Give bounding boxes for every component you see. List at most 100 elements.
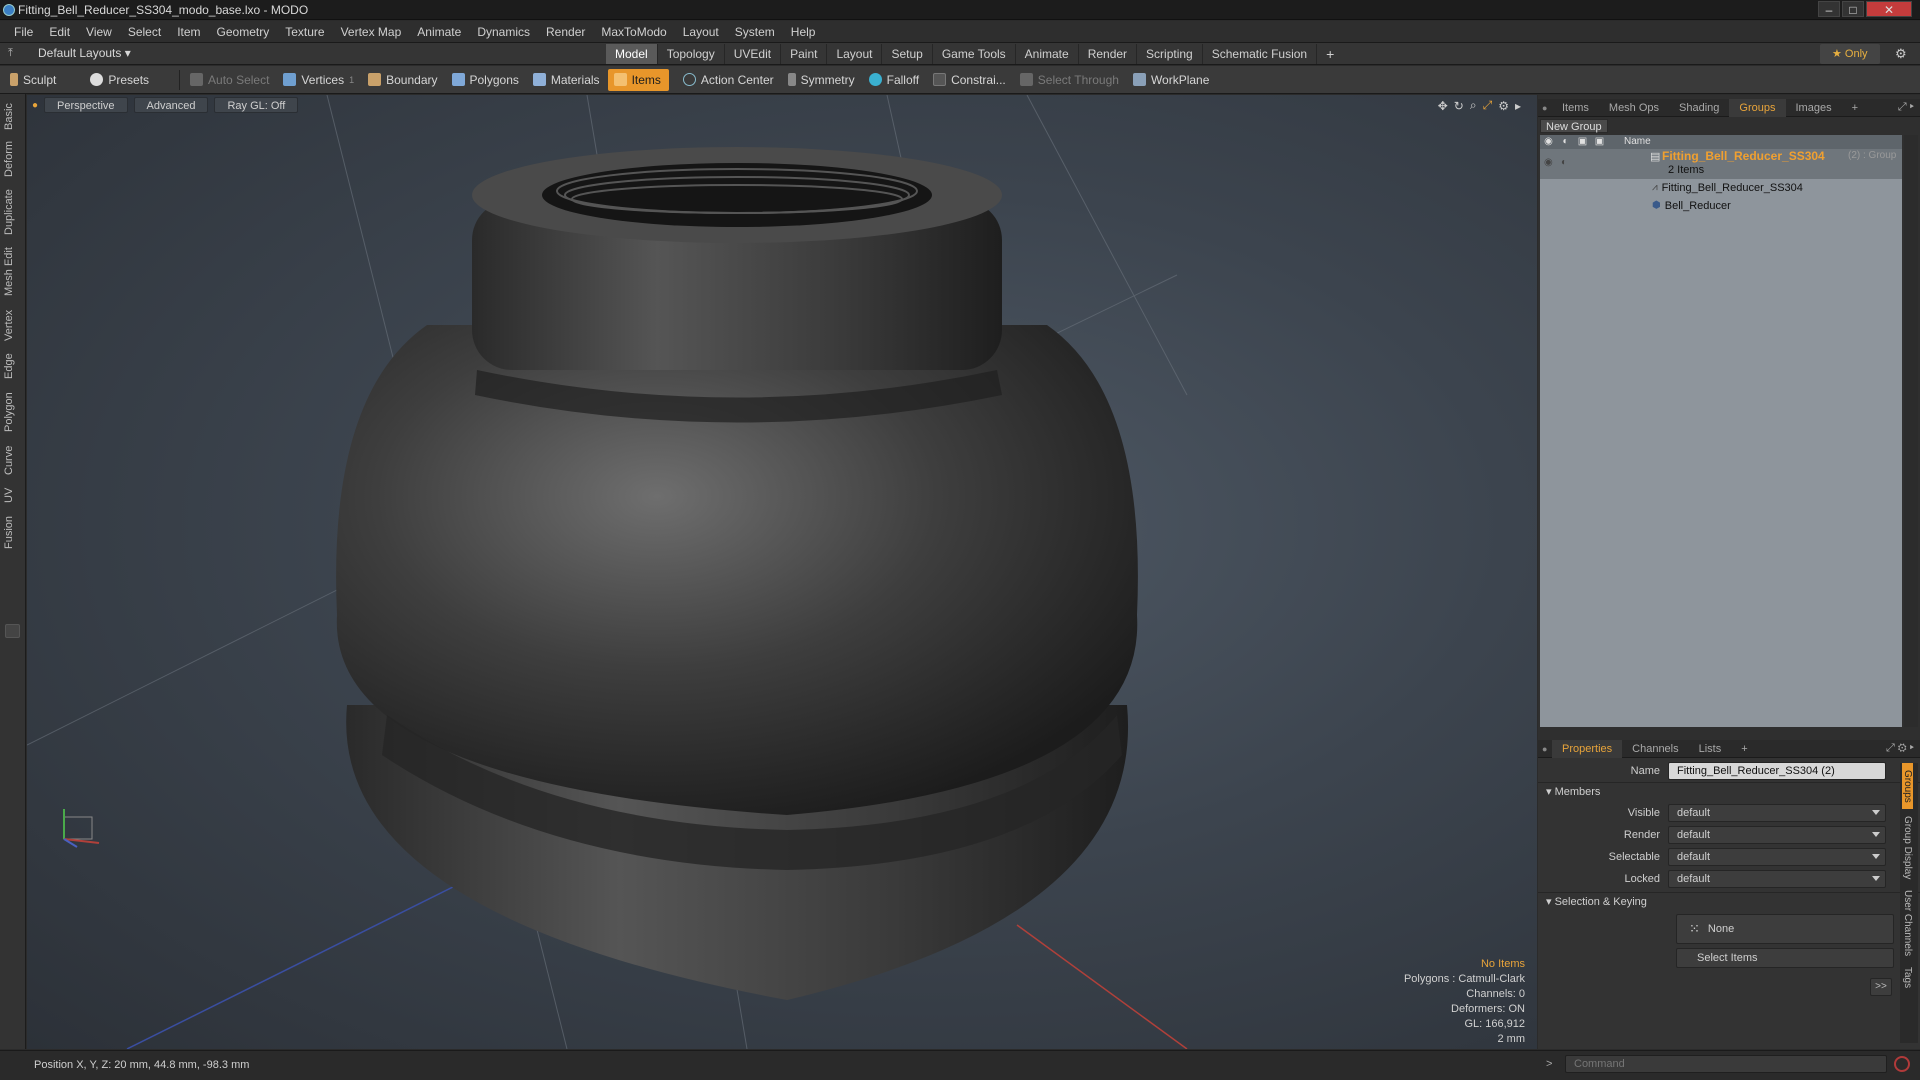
viewport-menu-icon[interactable]: ● (32, 100, 38, 111)
menu-animate[interactable]: Animate (409, 21, 469, 43)
close-button[interactable]: ✕ (1866, 1, 1912, 17)
none-button[interactable]: ⁙ None (1676, 914, 1894, 944)
menu-geometry[interactable]: Geometry (209, 21, 278, 43)
layout-pin-icon[interactable]: ⤒ (8, 47, 13, 60)
command-input[interactable] (1565, 1055, 1887, 1073)
menu-render[interactable]: Render (538, 21, 593, 43)
items-mode-button[interactable]: Items (607, 68, 669, 91)
side-tab-tags[interactable]: Tags (1902, 963, 1913, 993)
tab-channels[interactable]: Channels (1622, 740, 1688, 758)
sculpt-button[interactable]: Sculpt (4, 69, 64, 91)
tab-edge[interactable]: Edge (3, 350, 23, 382)
add-layout-tab-button[interactable]: + (1317, 44, 1343, 64)
action-center-button[interactable]: Action Center (677, 69, 782, 91)
tab-scripting[interactable]: Scripting (1137, 44, 1203, 64)
layout-preset-dropdown[interactable]: Default Layouts ▾ (38, 46, 131, 60)
menu-edit[interactable]: Edit (41, 21, 78, 43)
tab-setup[interactable]: Setup (882, 44, 933, 64)
raygl-toggle[interactable]: Ray GL: Off (214, 97, 299, 113)
selection-keying-section[interactable]: ▾ Selection & Keying (1538, 892, 1920, 910)
viewport-expand-arrow-icon[interactable]: ▸ (1515, 99, 1521, 113)
maximize-button[interactable]: □ (1842, 1, 1864, 17)
tab-schematic-fusion[interactable]: Schematic Fusion (1203, 44, 1318, 64)
shading-advanced-dropdown[interactable]: Advanced (133, 97, 209, 113)
menu-dynamics[interactable]: Dynamics (469, 21, 538, 43)
menu-item[interactable]: Item (169, 21, 208, 43)
tab-items[interactable]: Items (1552, 99, 1599, 117)
locked-dropdown[interactable]: default (1668, 870, 1886, 888)
minimize-button[interactable]: – (1818, 1, 1840, 17)
stop-icon[interactable] (1894, 1056, 1910, 1072)
constraints-button[interactable]: Constrai... (927, 69, 1014, 91)
boundary-mode-button[interactable]: Boundary (362, 69, 445, 91)
tab-model[interactable]: Model (606, 44, 658, 64)
workplane-button[interactable]: WorkPlane (1127, 69, 1217, 91)
tab-lists[interactable]: Lists (1689, 740, 1732, 758)
select-through-button[interactable]: Select Through (1014, 69, 1127, 91)
selectable-dropdown[interactable]: default (1668, 848, 1886, 866)
panel-expand-icon[interactable]: ⤢ ⚙ ▸ (1886, 742, 1920, 755)
side-tab-group-display[interactable]: Group Display (1902, 813, 1913, 883)
group-name-field[interactable]: Fitting_Bell_Reducer_SS304 (2) (1668, 762, 1886, 780)
tab-duplicate[interactable]: Duplicate (3, 186, 23, 238)
menu-vertex-map[interactable]: Vertex Map (333, 21, 410, 43)
tab-vertex[interactable]: Vertex (3, 306, 23, 344)
menu-file[interactable]: File (6, 21, 41, 43)
menu-maxtomodo[interactable]: MaxToModo (593, 21, 674, 43)
expand-more-button[interactable]: >> (1870, 978, 1892, 996)
menu-help[interactable]: Help (783, 21, 824, 43)
add-panel-tab-button[interactable]: + (1731, 740, 1757, 758)
tab-images[interactable]: Images (1786, 99, 1842, 117)
auto-select-button[interactable]: Auto Select (184, 69, 277, 91)
zoom-icon[interactable]: ⌕ (1470, 98, 1477, 113)
tab-topology[interactable]: Topology (658, 44, 725, 64)
viewport-settings-icon[interactable]: ⚙ (1498, 99, 1509, 113)
tab-basic[interactable]: Basic (3, 102, 23, 132)
render-dropdown[interactable]: default (1668, 826, 1886, 844)
maximize-viewport-icon[interactable]: ⤢ (1483, 98, 1493, 113)
menu-texture[interactable]: Texture (277, 21, 332, 43)
side-tab-user-channels[interactable]: User Channels (1902, 887, 1913, 959)
group-render-icon[interactable]: ◐ (1561, 157, 1567, 168)
panel-expand-icon[interactable]: ⤢ ▸ (1898, 101, 1920, 114)
tab-fusion[interactable]: Fusion (3, 512, 23, 552)
3d-viewport[interactable]: ● Perspective Advanced Ray GL: Off ✥ ↻ ⌕… (27, 95, 1537, 1049)
group-visibility-icon[interactable]: ◉ (1544, 157, 1553, 168)
members-section[interactable]: ▾ Members (1538, 782, 1920, 800)
presets-button[interactable]: Presets (84, 69, 157, 91)
panel-menu-icon[interactable]: ● (1538, 103, 1552, 113)
list-item[interactable]: ⩘ Fitting_Bell_Reducer_SS304 (1540, 179, 1902, 197)
vertices-mode-button[interactable]: Vertices 1 (277, 69, 362, 91)
gear-icon[interactable]: ⚙ (1895, 46, 1907, 62)
tab-groups[interactable]: Groups (1729, 98, 1786, 117)
add-panel-tab-button[interactable]: + (1842, 99, 1868, 117)
tab-layout[interactable]: Layout (827, 44, 883, 64)
menu-layout[interactable]: Layout (675, 21, 727, 43)
visible-dropdown[interactable]: default (1668, 804, 1886, 822)
tab-polygon[interactable]: Polygon (3, 388, 23, 436)
tab-curve[interactable]: Curve (3, 442, 23, 478)
falloff-button[interactable]: Falloff (863, 69, 927, 91)
polygons-mode-button[interactable]: Polygons (446, 69, 527, 91)
tab-toggle-button[interactable] (5, 624, 20, 638)
tab-shading[interactable]: Shading (1669, 99, 1729, 117)
menu-select[interactable]: Select (120, 21, 169, 43)
tab-deform[interactable]: Deform (3, 138, 23, 180)
tab-paint[interactable]: Paint (781, 44, 828, 64)
only-toggle[interactable]: ★ Only (1820, 44, 1880, 64)
view-perspective-dropdown[interactable]: Perspective (44, 97, 128, 113)
new-group-button[interactable]: New Group (1540, 119, 1608, 133)
select-items-button[interactable]: Select Items (1676, 948, 1894, 968)
rotate-icon[interactable]: ↻ (1454, 99, 1464, 113)
group-row[interactable]: ◉ ◐ ▤ Fitting_Bell_Reducer_SS304 (2) : G… (1540, 149, 1902, 179)
tab-mesh-ops[interactable]: Mesh Ops (1599, 99, 1669, 117)
tab-uv[interactable]: UV (3, 484, 23, 506)
tab-uvedit[interactable]: UVEdit (725, 44, 782, 64)
menu-system[interactable]: System (727, 21, 783, 43)
tab-render[interactable]: Render (1079, 44, 1138, 64)
pan-icon[interactable]: ✥ (1438, 99, 1448, 113)
symmetry-button[interactable]: Symmetry (782, 69, 863, 91)
list-item[interactable]: ⬢ Bell_Reducer (1540, 197, 1902, 215)
menu-view[interactable]: View (78, 21, 120, 43)
groups-list-scrollbar[interactable] (1904, 135, 1918, 727)
